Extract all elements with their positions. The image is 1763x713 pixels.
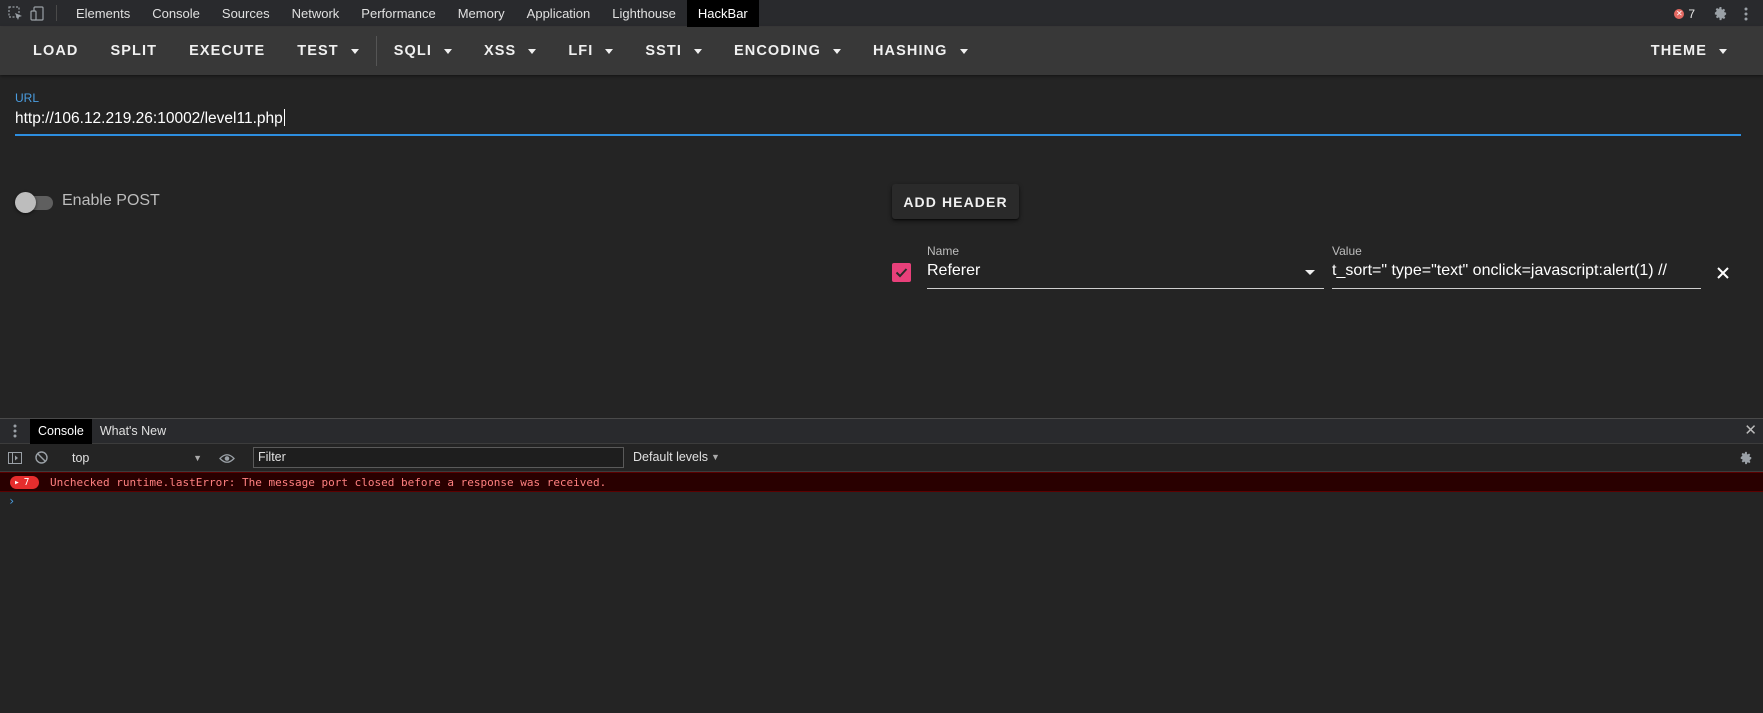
hashing-menu-button[interactable]: HASHING <box>857 27 984 75</box>
drawer-tab-whats-new[interactable]: What's New <box>92 419 174 444</box>
ssti-menu-label: SSTI <box>645 43 682 59</box>
load-button-label: LOAD <box>33 43 79 59</box>
tab-memory[interactable]: Memory <box>447 0 516 27</box>
more-vert-icon[interactable] <box>1735 0 1757 27</box>
tab-elements[interactable]: Elements <box>65 0 141 27</box>
close-drawer-icon[interactable]: ✕ <box>1744 423 1757 439</box>
device-toolbar-icon[interactable] <box>26 0 48 27</box>
encoding-menu-label: ENCODING <box>734 43 821 59</box>
header-name-underline <box>927 288 1324 289</box>
log-levels-dropdown[interactable]: Default levels ▼ <box>633 450 720 464</box>
enable-post-toggle[interactable] <box>15 192 36 213</box>
tab-console[interactable]: Console <box>141 0 211 27</box>
toolbar-divider <box>375 36 377 66</box>
caret-down-icon <box>443 48 452 54</box>
lfi-menu-button[interactable]: LFI <box>552 27 629 75</box>
drawer-tab-console[interactable]: Console <box>30 418 92 444</box>
lfi-menu-label: LFI <box>568 43 594 59</box>
sidebar-toggle-icon[interactable] <box>2 444 28 472</box>
xss-menu-button[interactable]: XSS <box>468 27 552 75</box>
enable-post-label[interactable]: Enable POST <box>62 192 160 210</box>
load-button[interactable]: LOAD <box>17 27 94 75</box>
context-selector-value: top <box>72 451 90 465</box>
remove-header-button[interactable] <box>1715 265 1731 281</box>
tab-application[interactable]: Application <box>516 0 602 27</box>
console-error-message[interactable]: ▸ 7 Unchecked runtime.lastError: The mes… <box>0 472 1763 492</box>
caret-down-icon <box>832 48 841 54</box>
tab-performance[interactable]: Performance <box>350 0 446 27</box>
text-caret <box>283 109 285 126</box>
devtools-right-controls: ✕ 7 <box>1674 0 1763 27</box>
console-settings-gear-icon[interactable] <box>1733 444 1759 472</box>
theme-menu-button[interactable]: THEME <box>1635 27 1743 75</box>
header-value-text: t_sort=" type="text" onclick=javascript:… <box>1332 262 1667 279</box>
sqli-menu-button[interactable]: SQLI <box>378 27 468 75</box>
dropdown-arrow-icon: ▼ <box>193 453 202 463</box>
test-menu-button[interactable]: TEST <box>281 27 374 75</box>
theme-menu-label: THEME <box>1650 43 1707 59</box>
check-icon <box>895 268 908 278</box>
split-button[interactable]: SPLIT <box>94 27 173 75</box>
console-prompt[interactable]: › <box>8 494 15 508</box>
drawer-tab-bar: Console What's New ✕ <box>0 418 1763 444</box>
caret-down-icon <box>959 48 968 54</box>
header-value-underline <box>1332 288 1701 289</box>
devtools-tab-bar: Elements Console Sources Network Perform… <box>0 0 1763 27</box>
error-icon: ✕ <box>1674 8 1685 19</box>
tab-lighthouse[interactable]: Lighthouse <box>601 0 687 27</box>
drawer-menu-icon[interactable] <box>0 418 30 445</box>
add-header-button[interactable]: ADD HEADER <box>892 184 1019 219</box>
expand-arrow-icon: ▸ <box>14 476 20 488</box>
header-name-value: Referer <box>927 262 981 279</box>
hashing-menu-label: HASHING <box>872 43 948 59</box>
test-menu-label: TEST <box>297 43 339 59</box>
console-filter-input[interactable]: Filter <box>253 447 624 468</box>
caret-down-icon <box>528 48 537 54</box>
error-count: 7 <box>1688 6 1695 21</box>
console-filter-placeholder: Filter <box>258 450 286 464</box>
execute-button-label: EXECUTE <box>189 43 266 59</box>
header-value-label: Value <box>1332 244 1362 258</box>
caret-down-icon <box>350 48 359 54</box>
xss-menu-label: XSS <box>483 43 517 59</box>
add-header-label: ADD HEADER <box>903 193 1008 210</box>
caret-down-icon <box>694 48 702 54</box>
error-counter[interactable]: ✕ 7 <box>1674 7 1695 21</box>
ssti-menu-button[interactable]: SSTI <box>629 27 718 75</box>
caret-down-icon <box>605 48 614 54</box>
repeat-count: 7 <box>23 476 30 488</box>
console-toolbar: top ▼ Filter Default levels ▼ <box>0 444 1763 472</box>
gear-icon[interactable] <box>1709 0 1731 27</box>
split-button-label: SPLIT <box>110 43 158 59</box>
log-levels-label: Default levels <box>633 450 709 464</box>
toolbar-divider <box>56 5 57 21</box>
live-expression-eye-icon[interactable] <box>214 444 240 472</box>
select-caret-icon[interactable] <box>1305 270 1315 275</box>
error-message-text: Unchecked runtime.lastError: The message… <box>50 475 607 489</box>
header-value-input[interactable]: t_sort=" type="text" onclick=javascript:… <box>1332 262 1667 280</box>
tab-sources[interactable]: Sources <box>211 0 281 27</box>
url-input-text: http://106.12.219.26:10002/level11.php <box>15 110 283 127</box>
url-input[interactable]: http://106.12.219.26:10002/level11.php <box>15 109 285 128</box>
header-name-label: Name <box>927 244 960 258</box>
hackbar-toolbar: LOAD SPLIT EXECUTE TEST SQLI XSS LFI SST… <box>0 27 1763 75</box>
sqli-menu-label: SQLI <box>393 43 432 59</box>
execute-button[interactable]: EXECUTE <box>173 27 281 75</box>
header-enabled-checkbox[interactable] <box>892 263 911 282</box>
dropdown-arrow-icon: ▼ <box>711 452 720 462</box>
clear-console-icon[interactable] <box>28 444 54 472</box>
repeat-count-badge: ▸ 7 <box>10 475 39 489</box>
caret-down-icon <box>1719 48 1727 54</box>
url-field-label: URL <box>15 91 40 105</box>
encoding-menu-button[interactable]: ENCODING <box>718 27 857 75</box>
tab-hackbar[interactable]: HackBar <box>686 0 759 27</box>
tab-network[interactable]: Network <box>281 0 351 27</box>
context-selector[interactable]: top ▼ <box>72 450 202 466</box>
header-name-select[interactable]: Referer <box>927 262 980 280</box>
close-icon <box>1717 267 1729 279</box>
url-input-underline <box>15 134 1741 136</box>
inspect-icon[interactable] <box>4 0 26 27</box>
